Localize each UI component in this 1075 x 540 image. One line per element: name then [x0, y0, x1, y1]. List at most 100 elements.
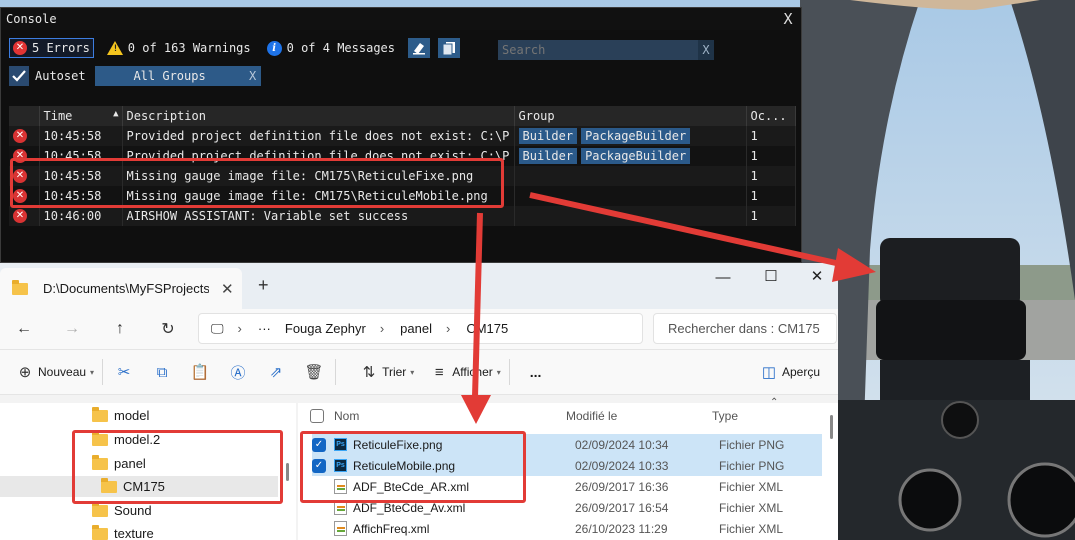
- minimize-button[interactable]: —: [708, 269, 738, 286]
- more-button[interactable]: ...: [530, 364, 542, 380]
- file-list-scrollbar[interactable]: [830, 415, 833, 439]
- new-tab-button[interactable]: +: [258, 275, 269, 296]
- tree-item-model[interactable]: model: [92, 405, 149, 426]
- group-tag[interactable]: Builder: [518, 128, 578, 144]
- folder-icon: [101, 477, 117, 493]
- log-row[interactable]: ✕ 10:45:58 Missing gauge image file: CM175…: [9, 166, 796, 186]
- refresh-button[interactable]: ↻: [144, 319, 192, 339]
- file-type: Fichier XML: [719, 479, 784, 494]
- log-col-description[interactable]: Description: [122, 106, 515, 126]
- group-tag[interactable]: PackageBuilder: [581, 148, 691, 164]
- trash-icon[interactable]: 🗑: [301, 363, 327, 381]
- file-row-checkbox[interactable]: ✓: [312, 437, 326, 452]
- file-row[interactable]: ADF_BteCde_Av.xml 26/09/2017 16:54 Fichier…: [312, 497, 822, 518]
- explorer-navbar: ← → ↑ ↻ 🖵 › ··· Fouga Zephyr › panel › C…: [0, 309, 838, 349]
- sort-icon: ⇅: [362, 364, 376, 381]
- sort-button[interactable]: ⇅ Trier ▾: [356, 363, 415, 381]
- file-name: ReticuleMobile.png: [353, 458, 456, 473]
- copy-icon: [442, 42, 455, 55]
- log-row-count: 1: [746, 126, 796, 146]
- file-row[interactable]: ✓ Ps ReticuleFixe.png 02/09/2024 10:34 Fichi…: [312, 434, 822, 455]
- warnings-filter[interactable]: ! 0 of 163 Warnings: [104, 38, 254, 58]
- log-row-time: 10:45:58: [39, 186, 123, 206]
- xml-file-icon: [334, 521, 347, 536]
- errors-filter-label: 5 Errors: [32, 41, 90, 55]
- breadcrumb[interactable]: 🖵 › ··· Fouga Zephyr › panel › CM175: [198, 313, 643, 344]
- chevron-down-icon: ▾: [410, 367, 415, 377]
- autoset-checkbox[interactable]: [9, 66, 29, 86]
- eraser-icon: [413, 43, 425, 55]
- error-icon: ✕: [13, 189, 27, 203]
- paste-icon[interactable]: 📋: [187, 363, 213, 381]
- log-row[interactable]: ✕ 10:45:58 Provided project definition fil…: [9, 126, 796, 146]
- errors-filter[interactable]: ✕ 5 Errors: [9, 38, 94, 58]
- log-col-group[interactable]: Group: [514, 106, 747, 126]
- col-type[interactable]: Type: [712, 409, 738, 423]
- log-col-time[interactable]: Time ▲: [39, 106, 123, 126]
- log-col-icon: [9, 106, 40, 126]
- breadcrumb-item-cm175[interactable]: CM175: [466, 321, 508, 336]
- explorer-tab[interactable]: D:\Documents\MyFSProjects\F ✕: [0, 268, 242, 309]
- chevron-right-icon: ›: [237, 321, 242, 336]
- window-close-button[interactable]: ✕: [802, 267, 832, 285]
- log-row-count: 1: [746, 186, 796, 206]
- log-row[interactable]: ✕ 10:46:00 AIRSHOW ASSISTANT: Variable set…: [9, 206, 796, 226]
- share-icon[interactable]: ⇗: [263, 363, 289, 381]
- group-tag[interactable]: Builder: [518, 148, 578, 164]
- view-list-icon: ≡: [434, 363, 444, 381]
- gunsight-housing: [880, 238, 1020, 308]
- explorer-search-input[interactable]: Rechercher dans : CM175: [653, 313, 837, 344]
- file-name: AffichFreq.xml: [353, 521, 430, 536]
- rename-icon[interactable]: Ⓐ: [225, 362, 251, 383]
- group-tag[interactable]: PackageBuilder: [581, 128, 691, 144]
- file-row[interactable]: ADF_BteCde_AR.xml 26/09/2017 16:36 Fichier…: [312, 476, 822, 497]
- gauge-left: [898, 468, 962, 532]
- view-button[interactable]: ≡ Afficher ▾: [426, 363, 501, 381]
- console-search-clear[interactable]: X: [698, 43, 714, 57]
- breadcrumb-item-panel[interactable]: panel: [400, 321, 432, 336]
- copy-icon[interactable]: ⧉: [149, 364, 175, 381]
- clear-console-button[interactable]: [408, 38, 430, 58]
- preview-button[interactable]: ◫ Aperçu: [756, 363, 820, 381]
- tree-item-texture[interactable]: texture: [92, 523, 154, 540]
- file-row-checkbox[interactable]: [312, 480, 326, 494]
- groups-selector[interactable]: All Groups X: [94, 66, 261, 86]
- console-close-button[interactable]: X: [779, 10, 797, 28]
- plus-circle-icon: ⊕: [18, 364, 32, 381]
- log-col-occurrences[interactable]: Oc...: [746, 106, 796, 126]
- log-row-icon-cell: ✕: [9, 206, 40, 226]
- console-search-input[interactable]: [498, 40, 698, 60]
- view-label: Afficher: [452, 365, 493, 379]
- back-button[interactable]: ←: [0, 320, 48, 338]
- file-row[interactable]: ✓ Ps ReticuleMobile.png 02/09/2024 10:33 Fic…: [312, 455, 822, 476]
- error-icon: ✕: [13, 41, 27, 55]
- col-modified[interactable]: Modifié le: [566, 409, 712, 423]
- tree-item-cm175[interactable]: CM175: [0, 476, 278, 497]
- tree-item-sound[interactable]: Sound: [92, 500, 152, 521]
- cut-icon[interactable]: ✂: [111, 363, 137, 381]
- file-row-checkbox[interactable]: [312, 522, 326, 536]
- groups-clear[interactable]: X: [245, 69, 261, 83]
- new-button[interactable]: ⊕ Nouveau ▾: [12, 363, 94, 381]
- tree-item-panel[interactable]: panel: [92, 453, 146, 474]
- breadcrumb-item-fouga[interactable]: Fouga Zephyr: [285, 321, 366, 336]
- file-row-checkbox[interactable]: ✓: [312, 458, 326, 473]
- file-row[interactable]: AffichFreq.xml 26/10/2023 11:29 Fichier XM…: [312, 518, 822, 539]
- file-date: 26/09/2017 16:36: [575, 479, 669, 494]
- log-row[interactable]: ✕ 10:45:58 Provided project definition fil…: [9, 146, 796, 166]
- select-all-checkbox[interactable]: [310, 409, 324, 423]
- computer-icon: 🖵: [211, 320, 224, 336]
- up-button[interactable]: ↑: [96, 320, 144, 338]
- breadcrumb-overflow[interactable]: ···: [258, 321, 271, 336]
- col-name[interactable]: Nom: [334, 409, 566, 423]
- chevron-right-icon: ›: [379, 321, 385, 336]
- file-row-checkbox[interactable]: [312, 501, 326, 515]
- maximize-button[interactable]: ☐: [756, 267, 786, 285]
- tree-item-model2[interactable]: model.2: [92, 429, 160, 450]
- messages-filter[interactable]: i 0 of 4 Messages: [264, 38, 398, 58]
- forward-button[interactable]: →: [48, 320, 96, 338]
- copy-console-button[interactable]: [438, 38, 460, 58]
- log-row[interactable]: ✕ 10:45:58 Missing gauge image file: CM175…: [9, 186, 796, 206]
- tab-close-icon[interactable]: ✕: [221, 280, 234, 298]
- tree-scrollbar[interactable]: [286, 463, 289, 481]
